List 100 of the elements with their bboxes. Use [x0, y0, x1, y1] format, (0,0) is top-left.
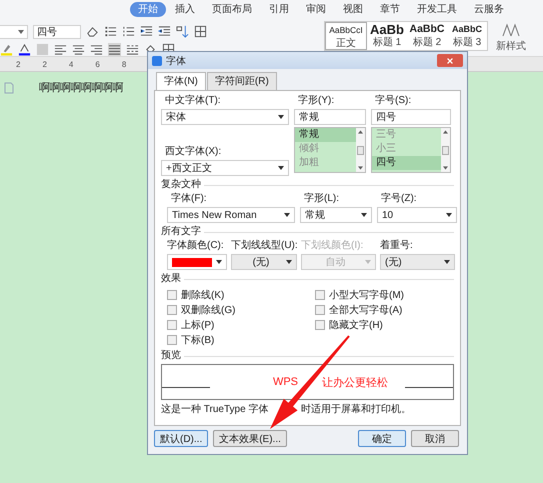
- ribbon-tab[interactable]: 引用: [261, 2, 297, 17]
- window-title: 字体: [166, 54, 186, 68]
- sort-icon[interactable]: [176, 25, 189, 38]
- field-label: 着重号:: [380, 239, 413, 252]
- outdent-icon[interactable]: [158, 25, 171, 38]
- align-button[interactable]: [90, 43, 103, 56]
- ruler-number: 8: [122, 60, 126, 68]
- dialog-tab[interactable]: 字体(N): [156, 72, 206, 90]
- ribbon-tab[interactable]: 插入: [167, 2, 203, 17]
- style-sample: AaBbCcI: [329, 24, 363, 37]
- scrollbar[interactable]: [356, 128, 365, 172]
- ribbon-tab[interactable]: 章节: [372, 2, 408, 17]
- section-heading: 所有文字: [161, 225, 201, 239]
- highlight-icon[interactable]: [0, 43, 13, 56]
- style-preset[interactable]: AaBbCcI 正文: [325, 22, 367, 50]
- style-name: 标题 2: [412, 37, 442, 49]
- ribbon-tab[interactable]: 审阅: [298, 2, 334, 17]
- dialog-tab[interactable]: 字符间距(R): [206, 72, 277, 90]
- style-name: 标题 1: [372, 37, 402, 49]
- scroll-up-icon[interactable]: [358, 130, 363, 134]
- checkbox-label: 小型大写字母(M): [329, 288, 404, 302]
- ruler-number: 4: [68, 60, 74, 68]
- western-font-dropdown[interactable]: +西文正文: [161, 160, 289, 176]
- align-button[interactable]: [72, 43, 85, 56]
- field-label: 字形(L):: [303, 192, 339, 205]
- dialog-button[interactable]: 文本效果(E)...: [213, 430, 287, 447]
- field-label: 下划线线型(U):: [231, 239, 298, 252]
- app-logo-icon: [152, 56, 162, 66]
- section-heading: 预览: [161, 349, 181, 363]
- numbered-list-icon[interactable]: [122, 25, 135, 38]
- font-description: 时适用于屏幕和打印机。: [301, 402, 411, 416]
- scroll-thumb[interactable]: [357, 146, 364, 154]
- style-preset[interactable]: AaBb 标题 1: [367, 22, 407, 50]
- caret-icon: [278, 115, 284, 119]
- scroll-down-icon[interactable]: [443, 166, 448, 170]
- section-heading: 复杂文种: [161, 178, 201, 192]
- indent-icon[interactable]: [140, 25, 153, 38]
- document-text: 啊啊啊啊啊啊啊啊: [39, 81, 123, 95]
- font-size-combo[interactable]: 四号: [33, 24, 81, 38]
- ribbon-tab[interactable]: 视图: [335, 2, 371, 17]
- field-label: 字号(Z):: [380, 192, 417, 205]
- list-item[interactable]: 四号: [372, 156, 441, 170]
- preview-text: 让办公更轻松: [322, 376, 388, 388]
- dialog-button[interactable]: 确定: [358, 430, 406, 447]
- checkbox[interactable]: [167, 334, 177, 344]
- font-style-input[interactable]: 常规: [294, 109, 366, 125]
- complex-font-dropdown[interactable]: Times New Roman: [167, 207, 295, 223]
- emphasis-dropdown[interactable]: (无): [380, 254, 455, 270]
- caret-icon: [365, 260, 371, 264]
- checkbox-label: 下标(B): [181, 334, 214, 346]
- caret-icon: [446, 213, 452, 217]
- complex-style-dropdown[interactable]: 常规: [300, 207, 372, 223]
- list-item[interactable]: 常规: [295, 128, 356, 142]
- preview-text: WPS: [272, 376, 298, 388]
- section-heading: 效果: [161, 272, 181, 286]
- font-color-icon[interactable]: [18, 43, 31, 56]
- scroll-up-icon[interactable]: [443, 130, 448, 134]
- caret-icon: [18, 30, 24, 34]
- field-label: 下划线颜色(I):: [301, 239, 364, 252]
- table-border-icon[interactable]: [194, 25, 207, 38]
- new-style-button[interactable]: 新样式: [496, 21, 526, 53]
- align-button[interactable]: [54, 43, 67, 56]
- caret-icon: [444, 260, 450, 264]
- dialog-button[interactable]: 取消: [411, 430, 459, 447]
- scroll-down-icon[interactable]: [358, 166, 363, 170]
- field-label: 字体(F):: [170, 192, 207, 205]
- style-preset[interactable]: AaBbC 标题 3: [447, 22, 487, 50]
- checkbox[interactable]: [315, 320, 325, 330]
- style-preset[interactable]: AaBbC 标题 2: [407, 22, 447, 50]
- checkbox[interactable]: [167, 320, 177, 330]
- scrollbar[interactable]: [441, 128, 450, 172]
- underline-style-dropdown[interactable]: (无): [231, 254, 297, 270]
- font-name-combo[interactable]: [0, 24, 28, 38]
- field-label: 西文字体(X):: [164, 145, 222, 158]
- close-icon: [446, 56, 454, 64]
- field-label: 字号(S):: [374, 94, 412, 107]
- close-button[interactable]: [437, 54, 463, 67]
- ribbon-tab[interactable]: 开发工具: [409, 2, 465, 17]
- scroll-thumb[interactable]: [442, 146, 449, 154]
- font-size-input[interactable]: 四号: [371, 109, 451, 125]
- align-button[interactable]: [126, 43, 139, 56]
- ribbon-tab[interactable]: 页面布局: [204, 2, 260, 17]
- ribbon-tab[interactable]: 云服务: [466, 2, 512, 17]
- style-sample: AaBb: [370, 22, 404, 37]
- caret-icon: [216, 260, 222, 264]
- checkbox-label: 上标(P): [181, 318, 214, 332]
- style-sample: AaBbC: [409, 22, 444, 36]
- checkbox[interactable]: [315, 290, 325, 300]
- complex-size-dropdown[interactable]: 10: [377, 207, 457, 223]
- dialog-button[interactable]: 默认(D)...: [154, 430, 208, 447]
- font-color-dropdown[interactable]: [167, 254, 227, 270]
- field-label: 字体颜色(C):: [167, 239, 224, 252]
- chinese-font-dropdown[interactable]: 宋体: [161, 109, 289, 125]
- checkbox[interactable]: [167, 304, 177, 314]
- align-button[interactable]: [108, 43, 121, 56]
- checkbox[interactable]: [167, 290, 177, 300]
- checkbox[interactable]: [315, 304, 325, 314]
- style-sample: AaBbC: [452, 23, 482, 36]
- checkbox-label: 删除线(K): [181, 288, 224, 302]
- bullet-list-icon[interactable]: [104, 25, 117, 38]
